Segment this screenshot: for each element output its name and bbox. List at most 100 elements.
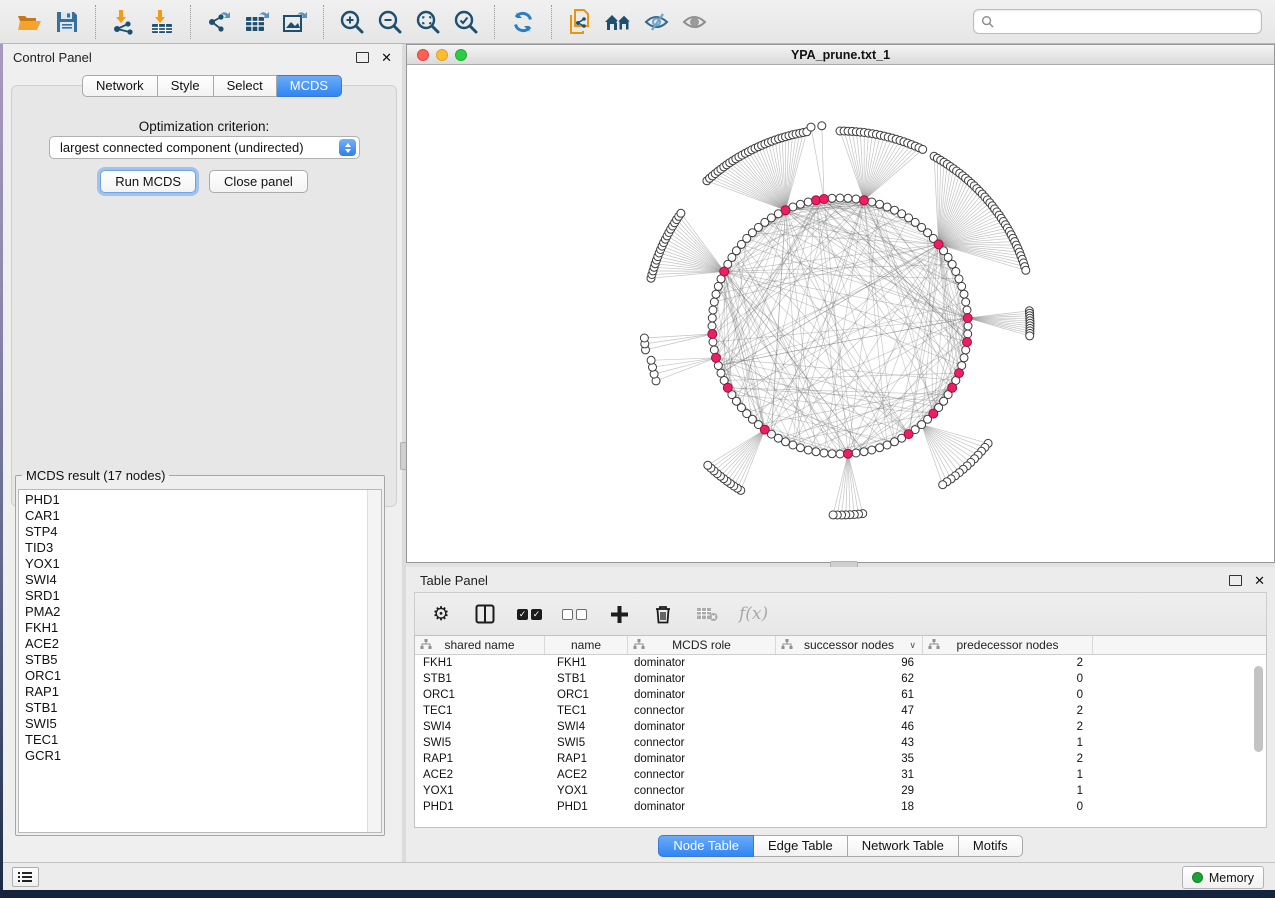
deselect-all-icon[interactable] [562, 609, 587, 620]
table-cell: 1 [923, 735, 1093, 751]
export-image-button[interactable] [280, 6, 310, 38]
mcds-result-item[interactable]: SRD1 [25, 588, 365, 604]
mcds-result-item[interactable]: GCR1 [25, 748, 365, 764]
table-row[interactable]: RAP1RAP1dominator352 [415, 751, 1266, 767]
run-mcds-button[interactable]: Run MCDS [100, 170, 196, 193]
hide-graphics-details-button[interactable] [641, 6, 671, 38]
export-network-button[interactable] [204, 6, 234, 38]
table-row[interactable]: ACE2ACE2connector311 [415, 767, 1266, 783]
table-cell: connector [628, 703, 776, 719]
column-label: predecessor nodes [956, 638, 1058, 652]
float-panel-icon[interactable] [1229, 575, 1242, 586]
tab-style[interactable]: Style [158, 75, 214, 97]
table-row[interactable]: PHD1PHD1dominator180 [415, 799, 1266, 815]
delete-column-trash-icon[interactable] [651, 602, 675, 626]
close-panel-icon[interactable]: ✕ [1254, 574, 1265, 587]
mcds-result-item[interactable]: PHD1 [25, 492, 365, 508]
tab-network-table[interactable]: Network Table [848, 835, 959, 857]
import-table-button[interactable] [147, 6, 177, 38]
mcds-result-item[interactable]: CAR1 [25, 508, 365, 524]
table-cell: 2 [923, 751, 1093, 767]
show-graphics-details-button[interactable] [679, 6, 709, 38]
network-window-titlebar[interactable]: YPA_prune.txt_1 [407, 45, 1274, 65]
clone-network-icon [567, 8, 593, 36]
attribute-type-icon [781, 639, 793, 650]
tab-motifs[interactable]: Motifs [959, 835, 1023, 857]
network-desktop: YPA_prune.txt_1 Table Panel ✕ ⚙ ✓ [406, 44, 1275, 862]
table-row[interactable]: ORC1ORC1dominator610 [415, 687, 1266, 703]
checked-box-icon: ✓ [517, 609, 528, 620]
table-scrollbar-thumb[interactable] [1254, 666, 1263, 752]
add-column-icon[interactable] [607, 602, 631, 626]
network-window: YPA_prune.txt_1 [406, 44, 1275, 563]
mcds-result-item[interactable]: STP4 [25, 524, 365, 540]
floppy-icon [55, 10, 79, 34]
mcds-result-item[interactable]: FKH1 [25, 620, 365, 636]
table-row[interactable]: SWI4SWI4dominator462 [415, 719, 1266, 735]
search-icon [981, 15, 994, 28]
mcds-result-item[interactable]: TID3 [25, 540, 365, 556]
table-settings-gear-icon[interactable]: ⚙ [429, 602, 453, 626]
column-header-name[interactable]: name [545, 636, 628, 654]
table-row[interactable]: FKH1FKH1dominator962 [415, 655, 1266, 671]
node-table[interactable]: shared namenameMCDS rolesuccessor nodes∨… [414, 635, 1267, 828]
zoom-fit-button[interactable] [413, 6, 443, 38]
toolbar-separator [190, 5, 191, 39]
memory-button[interactable]: Memory [1182, 866, 1264, 889]
task-history-button[interactable] [12, 867, 39, 887]
criterion-dropdown[interactable]: largest connected component (undirected) [49, 136, 360, 159]
column-header-successor-nodes[interactable]: successor nodes∨ [776, 636, 923, 654]
table-row[interactable]: STB1STB1dominator620 [415, 671, 1266, 687]
table-cell: dominator [628, 799, 776, 815]
select-all-icon[interactable]: ✓ ✓ [517, 609, 542, 620]
export-table-button[interactable] [242, 6, 272, 38]
close-panel-button[interactable]: Close panel [209, 170, 308, 193]
column-header-shared-name[interactable]: shared name [415, 636, 545, 654]
refresh-button[interactable] [508, 6, 538, 38]
attribute-type-icon [928, 639, 940, 650]
tab-node-table[interactable]: Node Table [658, 835, 754, 857]
mcds-result-item[interactable]: ACE2 [25, 636, 365, 652]
table-row[interactable]: TEC1TEC1connector472 [415, 703, 1266, 719]
zoom-in-icon [339, 9, 365, 35]
table-row[interactable]: YOX1YOX1connector291 [415, 783, 1266, 799]
zoom-out-icon [377, 9, 403, 35]
mcds-result-item[interactable]: YOX1 [25, 556, 365, 572]
search-input[interactable] [998, 12, 1261, 32]
tab-select[interactable]: Select [214, 75, 277, 97]
table-cell: STB1 [415, 671, 545, 687]
show-columns-icon[interactable] [473, 602, 497, 626]
control-panel-title: Control Panel [13, 50, 356, 65]
mcds-result-item[interactable]: PMA2 [25, 604, 365, 620]
mcds-result-item[interactable]: SWI4 [25, 572, 365, 588]
tab-network[interactable]: Network [82, 75, 158, 97]
zoom-selected-button[interactable] [451, 6, 481, 38]
mcds-result-item[interactable]: STB5 [25, 652, 365, 668]
close-panel-icon[interactable]: ✕ [381, 51, 392, 64]
save-session-button[interactable] [52, 6, 82, 38]
mcds-result-item[interactable]: STB1 [25, 700, 365, 716]
zoom-out-button[interactable] [375, 6, 405, 38]
import-table-icon [149, 9, 175, 35]
table-panel-title: Table Panel [420, 573, 1229, 588]
toolbar-separator [323, 5, 324, 39]
open-file-button[interactable] [14, 6, 44, 38]
network-home-button[interactable] [603, 6, 633, 38]
mcds-result-scrollbar[interactable] [367, 490, 381, 832]
zoom-in-button[interactable] [337, 6, 367, 38]
column-header-predecessor-nodes[interactable]: predecessor nodes [923, 636, 1093, 654]
table-row[interactable]: SWI5SWI5connector431 [415, 735, 1266, 751]
mcds-result-item[interactable]: ORC1 [25, 668, 365, 684]
network-canvas[interactable] [408, 65, 1274, 562]
column-header-MCDS-role[interactable]: MCDS role [628, 636, 776, 654]
table-cell: 2 [923, 655, 1093, 671]
mcds-result-list[interactable]: PHD1CAR1STP4TID3YOX1SWI4SRD1PMA2FKH1ACE2… [18, 489, 382, 833]
mcds-result-item[interactable]: TEC1 [25, 732, 365, 748]
mcds-result-item[interactable]: SWI5 [25, 716, 365, 732]
clone-network-button[interactable] [565, 6, 595, 38]
float-panel-icon[interactable] [356, 52, 369, 63]
tab-mcds[interactable]: MCDS [277, 75, 342, 97]
import-network-button[interactable] [109, 6, 139, 38]
tab-edge-table[interactable]: Edge Table [754, 835, 848, 857]
mcds-result-item[interactable]: RAP1 [25, 684, 365, 700]
